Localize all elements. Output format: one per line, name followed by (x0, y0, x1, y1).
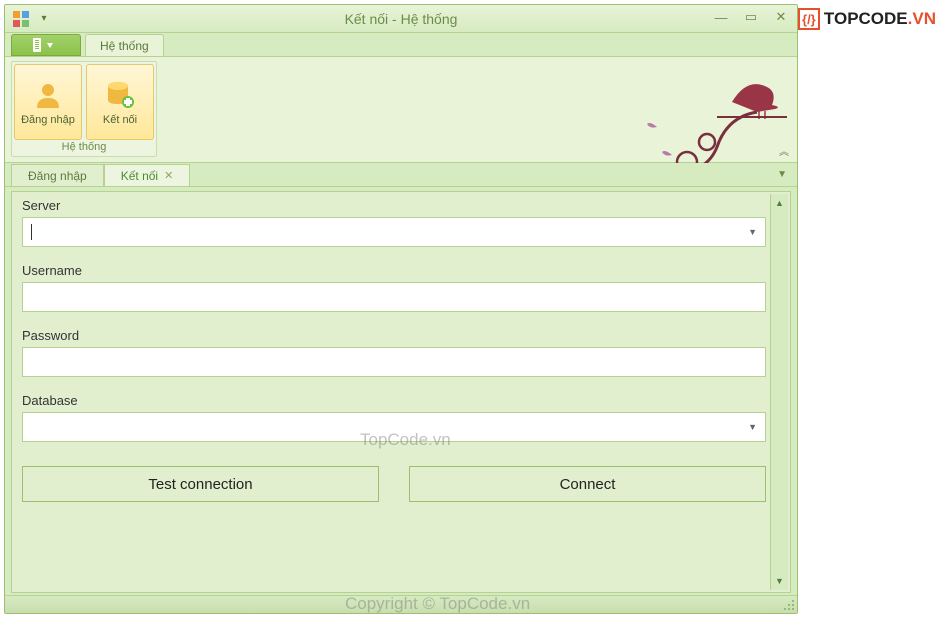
ribbon-group-system: Đăng nhập Kết nối Hệ thống (11, 61, 157, 157)
titlebar: ▾ Kết nối - Hệ thống — ▭ ✕ (5, 5, 797, 33)
vertical-scrollbar[interactable]: ▲ ▼ (770, 194, 788, 590)
doc-tab-connect[interactable]: Kết nối ✕ (104, 164, 191, 186)
statusbar (5, 595, 797, 613)
app-icon[interactable] (11, 9, 31, 29)
server-label: Server (22, 198, 766, 213)
ribbon-connect-button[interactable]: Kết nối (86, 64, 154, 140)
user-icon (31, 78, 65, 112)
text-cursor (31, 224, 32, 240)
scroll-up-icon[interactable]: ▲ (773, 196, 787, 210)
doc-tab-login[interactable]: Đăng nhập (11, 164, 104, 186)
ribbon-tab-system[interactable]: Hệ thống (85, 34, 164, 56)
tab-close-icon[interactable]: ✕ (164, 169, 173, 182)
minimize-button[interactable]: — (711, 9, 731, 25)
brand-icon: {/} (798, 8, 820, 30)
content-area: Server ▼ Username Password Database ▼ (11, 191, 791, 593)
connect-button[interactable]: Connect (409, 466, 766, 502)
app-window: ▾ Kết nối - Hệ thống — ▭ ✕ Hệ thống Đăng… (4, 4, 798, 614)
ribbon-tab-strip: Hệ thống (5, 33, 797, 57)
close-button[interactable]: ✕ (771, 9, 791, 25)
connection-form: Server ▼ Username Password Database ▼ (22, 198, 766, 582)
file-tab[interactable] (11, 34, 81, 56)
maximize-button[interactable]: ▭ (741, 9, 761, 25)
database-combobox[interactable]: ▼ (22, 412, 766, 442)
quick-access-toolbar: ▾ (5, 7, 60, 31)
document-tab-strip: Đăng nhập Kết nối ✕ ▼ (5, 163, 797, 187)
dropdown-caret-icon: ▼ (748, 227, 757, 237)
window-title: Kết nối - Hệ thống (5, 11, 797, 27)
ribbon-panel: Đăng nhập Kết nối Hệ thống ︽ (5, 57, 797, 163)
test-connection-button[interactable]: Test connection (22, 466, 379, 502)
doc-tab-connect-label: Kết nối (121, 169, 158, 183)
doc-tab-menu-icon[interactable]: ▼ (777, 169, 787, 180)
ribbon-login-button[interactable]: Đăng nhập (14, 64, 82, 140)
ribbon-connect-label: Kết nối (103, 114, 137, 126)
resize-grip-icon[interactable] (783, 599, 795, 611)
doc-tab-login-label: Đăng nhập (28, 169, 87, 183)
brand-logo: {/} TOPCODE.VN (798, 8, 936, 30)
ribbon-collapse-icon[interactable]: ︽ (779, 143, 789, 158)
qat-dropdown-icon[interactable]: ▾ (34, 9, 54, 29)
database-plus-icon (103, 78, 137, 112)
dropdown-caret-icon: ▼ (748, 422, 757, 432)
ribbon-login-label: Đăng nhập (21, 114, 75, 126)
database-label: Database (22, 393, 766, 408)
password-label: Password (22, 328, 766, 343)
username-input[interactable] (22, 282, 766, 312)
server-combobox[interactable]: ▼ (22, 217, 766, 247)
scroll-down-icon[interactable]: ▼ (773, 574, 787, 588)
password-input[interactable] (22, 347, 766, 377)
ribbon-group-label: Hệ thống (54, 140, 115, 154)
username-label: Username (22, 263, 766, 278)
